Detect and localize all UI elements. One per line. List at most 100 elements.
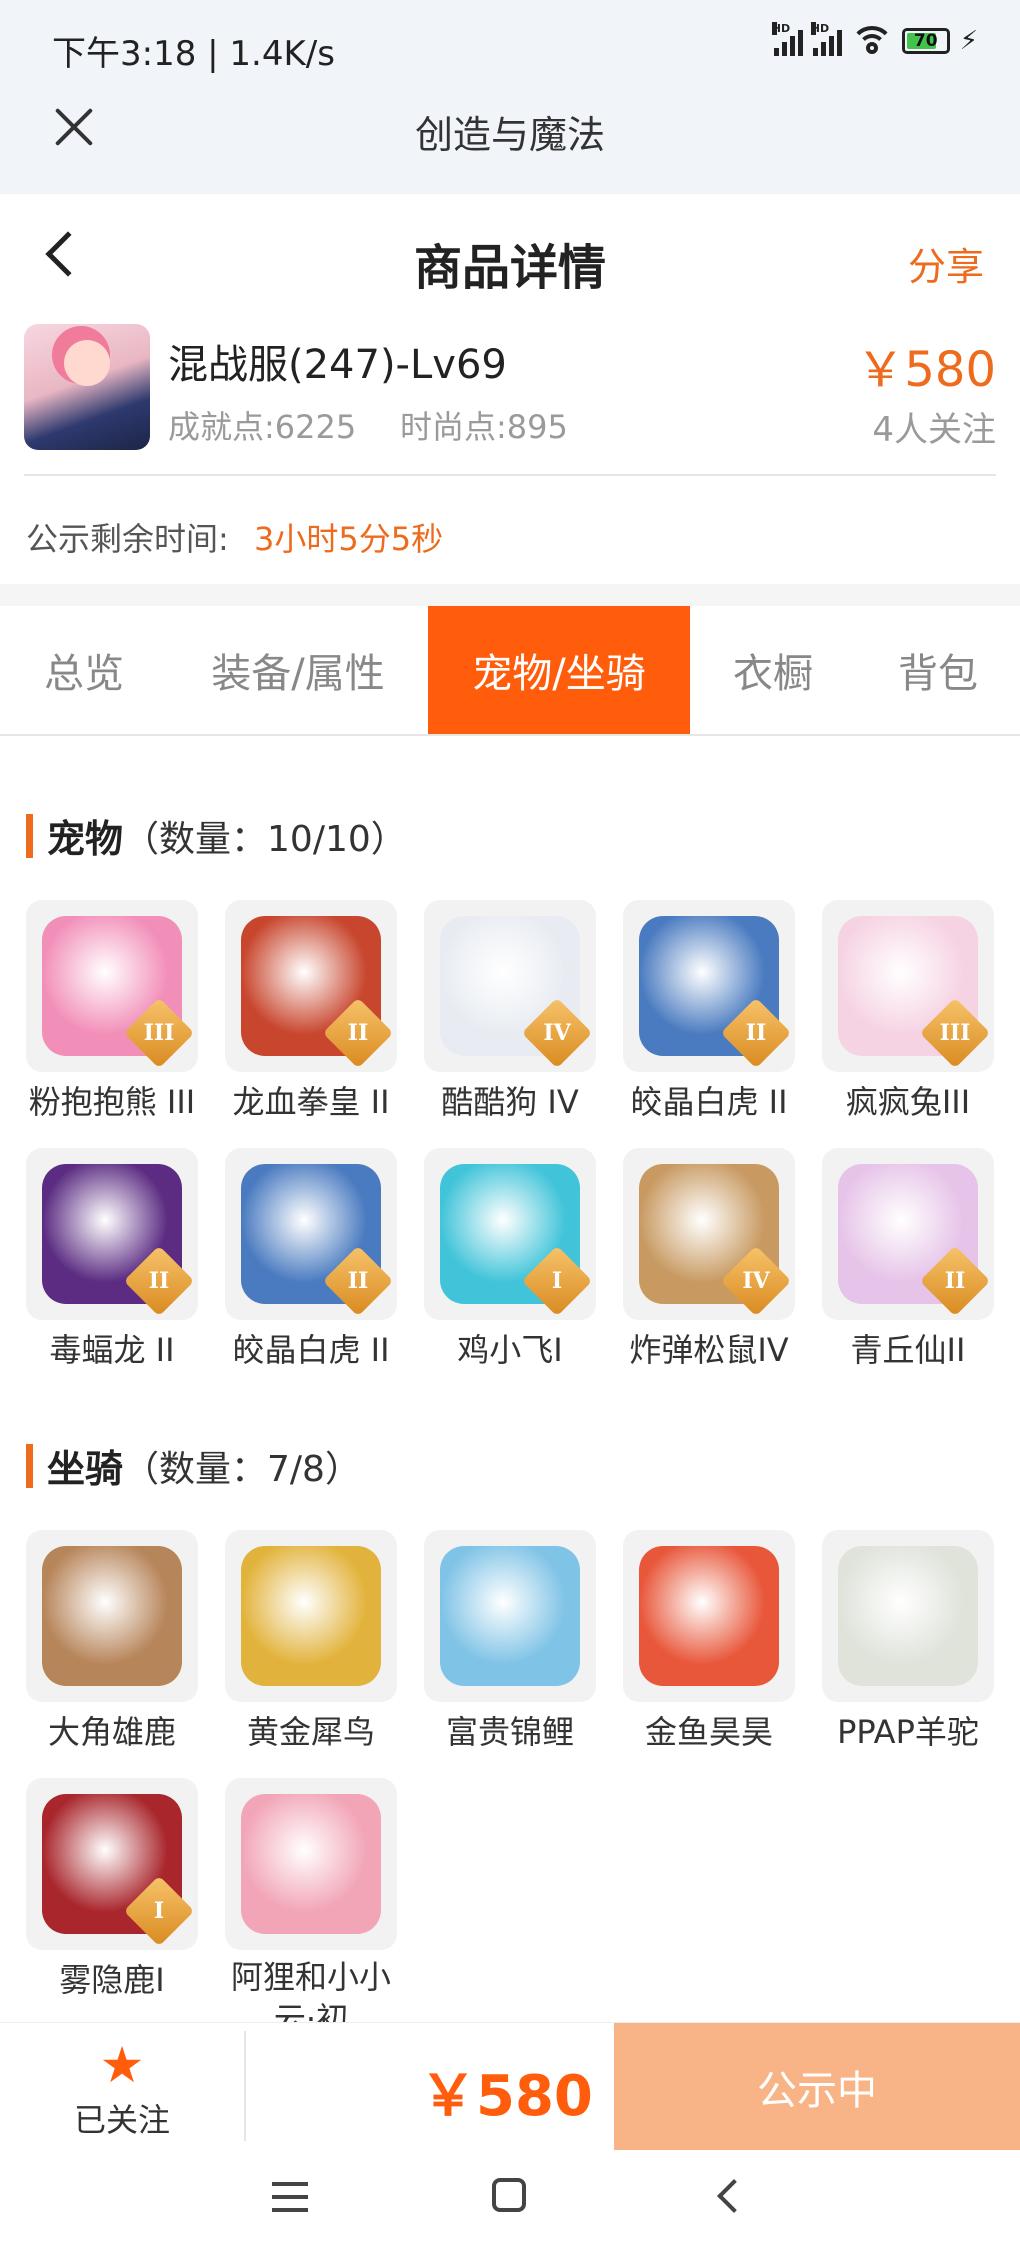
mount-name: 大角雄鹿 [47, 1713, 176, 1751]
wifi-icon [851, 26, 892, 56]
divider [244, 2031, 246, 2141]
rank-badge-label: II [347, 1020, 369, 1046]
rank-badge-label: I [153, 1898, 165, 1924]
pet-item[interactable]: II 青丘仙II [822, 1148, 994, 1374]
mount-thumbnail [225, 1530, 397, 1702]
mount-name: 黄金犀鸟 [246, 1713, 375, 1751]
mount-item[interactable]: 金鱼昊昊 [623, 1530, 795, 1756]
rank-badge-label: II [944, 1268, 966, 1294]
pet-thumbnail: I [424, 1148, 596, 1320]
rank-badge: III [123, 997, 195, 1069]
character-avatar [24, 324, 150, 450]
mount-item[interactable]: I 雾隐鹿I [26, 1778, 198, 2042]
page-title: 商品详情 [413, 240, 606, 296]
publicity-label: 公示剩余时间: [26, 520, 229, 558]
mount-item[interactable]: 黄金犀鸟 [225, 1530, 397, 1756]
tab-equipment[interactable]: 装备/属性 [168, 606, 428, 734]
battery-icon: 70 [901, 28, 950, 54]
pet-thumbnail: II [225, 1148, 397, 1320]
mount-image [241, 1546, 381, 1686]
publicity-status-button[interactable]: 公示中 [614, 2023, 1020, 2151]
browser-header: 下午3:18 | 1.4K/s HD HD 70 ⚡ 创造与魔法 [0, 0, 1020, 194]
mount-thumbnail [26, 1530, 198, 1702]
pet-item[interactable]: II 皎晶白虎 II [623, 900, 795, 1126]
home-icon[interactable] [492, 2178, 526, 2212]
pet-item[interactable]: IV 炸弹松鼠IV [623, 1148, 795, 1374]
rank-badge-label: II [148, 1268, 170, 1294]
pet-item[interactable]: II 毒蝠龙 II [26, 1148, 198, 1374]
mount-image [639, 1546, 779, 1686]
browser-title: 创造与魔法 [414, 113, 605, 157]
pets-count: （数量：10/10） [123, 818, 407, 860]
pet-item[interactable]: III 粉抱抱熊 III [26, 900, 198, 1126]
pet-item[interactable]: I 鸡小飞I [424, 1148, 596, 1374]
rank-badge: II [919, 1245, 991, 1317]
rank-badge-label: I [551, 1268, 563, 1294]
pets-title: 宠物 [47, 817, 124, 861]
rank-badge-label: II [745, 1020, 767, 1046]
share-button[interactable]: 分享 [908, 236, 984, 291]
pet-item[interactable]: III 疯疯兔III [822, 900, 994, 1126]
pet-thumbnail: II [26, 1148, 198, 1320]
mount-item[interactable]: 阿狸和小小云·初 [225, 1778, 397, 2042]
charging-icon: ⚡ [959, 26, 978, 56]
status-time: 下午3:18 | 1.4K/s [52, 34, 335, 74]
rank-badge: I [521, 1245, 593, 1317]
back-icon[interactable] [717, 2179, 751, 2213]
mount-image [838, 1546, 978, 1686]
pet-name: 皎晶白虎 II [630, 1083, 788, 1121]
mount-thumbnail [822, 1530, 994, 1702]
rank-badge-label: IV [742, 1268, 770, 1294]
pet-name: 毒蝠龙 II [49, 1331, 175, 1369]
pet-name: 炸弹松鼠IV [629, 1331, 789, 1369]
menu-icon[interactable] [272, 2182, 308, 2212]
pet-name: 皎晶白虎 II [232, 1331, 390, 1369]
rank-badge: IV [521, 997, 593, 1069]
rank-badge: II [322, 997, 394, 1069]
mount-thumbnail: I [26, 1778, 198, 1950]
tab-overview[interactable]: 总览 [0, 606, 168, 734]
bottom-price: ￥580 [420, 2064, 593, 2129]
mount-item[interactable]: PPAP羊驼 [822, 1530, 994, 1756]
system-nav-bar [0, 2150, 1020, 2267]
pet-thumbnail: II [225, 900, 397, 1072]
tab-pets-mounts[interactable]: 宠物/坐骑 [428, 606, 690, 734]
rank-badge: II [322, 1245, 394, 1317]
pet-thumbnail: III [26, 900, 198, 1072]
pet-item[interactable]: II 龙血拳皇 II [225, 900, 397, 1126]
mount-item[interactable]: 大角雄鹿 [26, 1530, 198, 1756]
section-marker [26, 1443, 33, 1488]
pet-thumbnail: II [822, 1148, 994, 1320]
mount-name: 雾隐鹿I [59, 1961, 165, 1999]
rank-badge-label: IV [543, 1020, 571, 1046]
tab-backpack[interactable]: 背包 [856, 606, 1020, 734]
pet-name: 粉抱抱熊 III [28, 1083, 196, 1121]
pet-name: 青丘仙II [850, 1331, 966, 1369]
pet-name: 疯疯兔III [845, 1083, 971, 1121]
mount-name: 金鱼昊昊 [644, 1713, 773, 1751]
bottom-action-bar: ★ 已关注 ￥580 公示中 [0, 2022, 1020, 2151]
mounts-title: 坐骑 [47, 1447, 124, 1491]
rank-badge: I [123, 1875, 195, 1947]
rank-badge: II [720, 997, 792, 1069]
mount-thumbnail [225, 1778, 397, 1950]
pets-section-header: 宠物 （数量：10/10） [26, 808, 407, 863]
pet-item[interactable]: II 皎晶白虎 II [225, 1148, 397, 1374]
mount-thumbnail [623, 1530, 795, 1702]
mount-thumbnail [424, 1530, 596, 1702]
rank-badge: II [123, 1245, 195, 1317]
mount-item[interactable]: 富贵锦鲤 [424, 1530, 596, 1756]
tab-wardrobe[interactable]: 衣橱 [690, 606, 856, 734]
section-marker [26, 813, 33, 858]
product-name: 混战服(247)-Lv69 [168, 342, 507, 388]
mount-image [241, 1794, 381, 1934]
follow-button[interactable]: ★ 已关注 [0, 2023, 244, 2151]
detail-tabs: 总览 装备/属性 宠物/坐骑 衣橱 背包 [0, 606, 1020, 736]
pet-item[interactable]: IV 酷酷狗 IV [424, 900, 596, 1126]
star-icon: ★ [99, 2036, 145, 2094]
signal-icon: HD [771, 22, 803, 56]
status-icons: HD HD 70 ⚡ [771, 22, 978, 56]
signal-icon: HD [810, 22, 842, 56]
mount-image [42, 1546, 182, 1686]
rank-badge-label: II [347, 1268, 369, 1294]
